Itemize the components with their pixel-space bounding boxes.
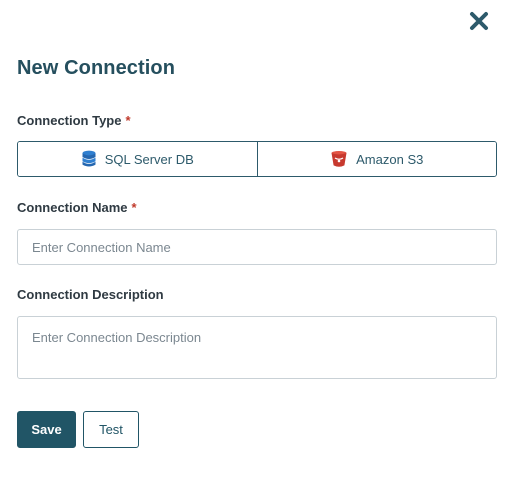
connection-type-label: Connection Type * [17,113,131,128]
sql-server-db-option[interactable]: SQL Server DB [18,142,257,176]
connection-description-input[interactable] [17,316,497,379]
database-icon [81,150,97,168]
bucket-icon [330,150,348,168]
required-marker: * [125,113,131,128]
close-icon[interactable] [468,10,490,32]
amazon-s3-label: Amazon S3 [356,151,424,167]
connection-type-label-text: Connection Type [17,113,122,128]
connection-name-input[interactable] [17,229,497,265]
connection-name-label-text: Connection Name [17,200,128,215]
connection-description-label-text: Connection Description [17,287,164,302]
connection-name-label: Connection Name * [17,200,137,215]
required-marker: * [131,200,137,215]
test-button[interactable]: Test [83,411,139,448]
connection-description-label: Connection Description [17,287,164,302]
connection-type-selector: SQL Server DB Amazon S3 [17,141,497,177]
dialog-title: New Connection [17,57,176,79]
save-button[interactable]: Save [17,411,76,448]
amazon-s3-option[interactable]: Amazon S3 [256,142,496,176]
sql-server-db-label: SQL Server DB [104,151,194,167]
